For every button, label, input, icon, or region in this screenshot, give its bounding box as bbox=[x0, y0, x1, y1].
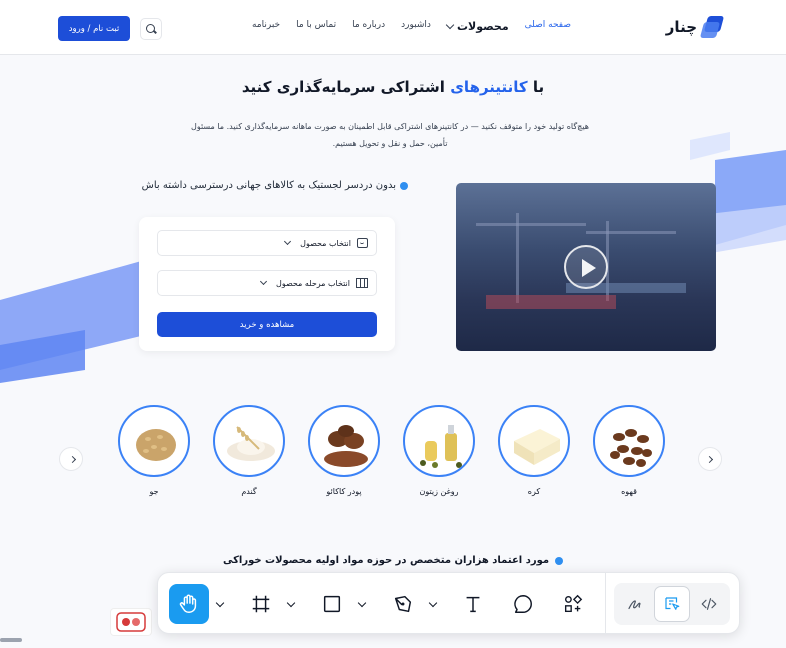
chevron-down-icon[interactable] bbox=[215, 598, 225, 608]
barley-icon bbox=[136, 429, 176, 461]
toolbar-divider bbox=[605, 573, 606, 635]
hero-title: با کانتینرهای اشتراکی سرمایه‌گذاری کنید bbox=[0, 78, 786, 96]
wheat-flour-icon bbox=[227, 426, 275, 461]
product-item-wheat[interactable]: گندم bbox=[212, 405, 286, 496]
draw-mode-button[interactable] bbox=[617, 586, 653, 622]
comment-icon bbox=[514, 595, 532, 613]
hero-bullet-text: بدون دردسر لجستیک به کالاهای جهانی درستر… bbox=[141, 180, 396, 191]
hero-title-pre: با bbox=[527, 78, 545, 96]
stage-select[interactable]: انتخاب مرحله محصول bbox=[157, 270, 377, 296]
product-label: پودر کاکائو bbox=[326, 487, 362, 496]
hero-title-post: اشتراکی سرمایه‌گذاری کنید bbox=[241, 78, 451, 96]
inspect-icon bbox=[665, 597, 680, 610]
hand-tool-button[interactable] bbox=[169, 584, 209, 624]
brand-name: چنار bbox=[665, 18, 697, 36]
pen-tool-button[interactable] bbox=[383, 584, 423, 624]
hero-bullet: بدون دردسر لجستیک به کالاهای جهانی درستر… bbox=[142, 180, 408, 191]
search-icon bbox=[146, 24, 156, 34]
video-scene bbox=[516, 213, 519, 303]
product-label: جو bbox=[149, 487, 159, 496]
cocoa-icon bbox=[324, 425, 368, 467]
product-label: گندم bbox=[241, 487, 257, 496]
draw-icon bbox=[628, 600, 641, 610]
stage-select-label: انتخاب مرحله محصول bbox=[276, 278, 350, 288]
inspect-mode-button[interactable] bbox=[654, 586, 690, 622]
product-item-cocoa-powder[interactable]: پودر کاکائو bbox=[307, 405, 381, 496]
chevron-down-icon bbox=[284, 237, 292, 246]
product-carousel: قهوه کره روغن زیتون پودر کاکائو گندم جو bbox=[0, 405, 786, 515]
map-icon bbox=[356, 278, 368, 288]
product-select-label: انتخاب محصول bbox=[300, 238, 351, 248]
olive-oil-image bbox=[403, 405, 475, 477]
product-item-butter[interactable]: کره bbox=[497, 405, 571, 496]
video-scene bbox=[586, 231, 676, 234]
nav-contact[interactable]: تماس با ما bbox=[296, 20, 336, 33]
product-label: کره bbox=[527, 487, 541, 496]
video-scene bbox=[476, 223, 586, 226]
coffee-beans-icon bbox=[610, 429, 652, 467]
search-button[interactable] bbox=[140, 18, 162, 40]
product-select[interactable]: انتخاب محصول bbox=[157, 230, 377, 256]
product-label: روغن زیتون bbox=[419, 487, 459, 496]
nav-dashboard[interactable]: داشبورد bbox=[401, 20, 431, 33]
code-icon bbox=[701, 598, 717, 610]
trust-heading-text: مورد اعتماد هزاران متخصص در حوزه مواد او… bbox=[222, 555, 550, 566]
site-header: چنار صفحه اصلی محصولات داشبورد درباره ما… bbox=[0, 0, 786, 55]
rectangle-tool-button[interactable] bbox=[312, 584, 352, 624]
design-toolbar bbox=[157, 572, 740, 635]
coffee-image bbox=[593, 405, 665, 477]
horizontal-scrollbar[interactable] bbox=[0, 638, 22, 642]
pen-icon bbox=[394, 595, 412, 613]
butter-icon bbox=[514, 429, 560, 465]
signup-login-button[interactable]: ثبت نام / ورود bbox=[58, 16, 130, 41]
components-icon bbox=[564, 594, 583, 613]
cocoa-image bbox=[308, 405, 380, 477]
brand-logo[interactable]: چنار bbox=[666, 16, 724, 38]
purchase-form-card: انتخاب محصول انتخاب مرحله محصول مشاهده و… bbox=[139, 217, 395, 351]
nav-products-label: محصولات bbox=[456, 20, 509, 33]
product-item-barley[interactable]: جو bbox=[117, 405, 191, 496]
video-scene bbox=[486, 295, 616, 309]
components-tool-button[interactable] bbox=[553, 584, 593, 624]
view-and-buy-button[interactable]: مشاهده و خرید bbox=[157, 312, 377, 337]
product-item-coffee[interactable]: قهوه bbox=[592, 405, 666, 496]
hand-icon bbox=[179, 594, 197, 613]
shopping-bag-icon bbox=[357, 238, 368, 248]
text-icon bbox=[466, 596, 480, 613]
chevron-down-icon bbox=[259, 277, 268, 286]
product-label: قهوه bbox=[621, 487, 637, 496]
play-icon[interactable] bbox=[564, 245, 608, 289]
frame-tool-button[interactable] bbox=[241, 584, 281, 624]
hero-video[interactable] bbox=[456, 183, 716, 351]
partner-logo bbox=[110, 608, 152, 636]
code-mode-button[interactable] bbox=[691, 586, 727, 622]
nav-home[interactable]: صفحه اصلی bbox=[525, 20, 571, 33]
wheat-image bbox=[213, 405, 285, 477]
chevron-down-icon[interactable] bbox=[286, 598, 296, 608]
olive-oil-icon bbox=[420, 425, 462, 468]
nav-about[interactable]: درباره ما bbox=[352, 20, 385, 33]
chevron-down-icon[interactable] bbox=[428, 598, 438, 608]
mode-switcher bbox=[614, 583, 730, 625]
butter-image bbox=[498, 405, 570, 477]
main-nav: صفحه اصلی محصولات داشبورد درباره ما تماس… bbox=[252, 20, 571, 33]
barley-image bbox=[118, 405, 190, 477]
chevron-down-icon bbox=[445, 20, 455, 30]
product-item-olive-oil[interactable]: روغن زیتون bbox=[402, 405, 476, 496]
logo-icon bbox=[702, 16, 724, 38]
comment-tool-button[interactable] bbox=[503, 584, 543, 624]
chevron-down-icon[interactable] bbox=[357, 598, 367, 608]
trust-heading: مورد اعتماد هزاران متخصص در حوزه مواد او… bbox=[0, 555, 786, 566]
bullet-dot-icon bbox=[555, 556, 564, 565]
hero-description: هیچ‌گاه تولید خود را متوقف نکنید — در کا… bbox=[191, 122, 589, 148]
rectangle-icon bbox=[323, 595, 341, 613]
text-tool-button[interactable] bbox=[453, 584, 493, 624]
nav-products[interactable]: محصولات bbox=[445, 20, 509, 33]
partner-logo-icon bbox=[116, 612, 146, 632]
page: چنار صفحه اصلی محصولات داشبورد درباره ما… bbox=[0, 0, 786, 648]
frame-icon bbox=[252, 595, 270, 613]
bullet-dot-icon bbox=[400, 181, 408, 190]
nav-newsletter[interactable]: خبرنامه bbox=[252, 20, 280, 33]
hero-title-highlight: کانتینرهای bbox=[450, 78, 528, 96]
